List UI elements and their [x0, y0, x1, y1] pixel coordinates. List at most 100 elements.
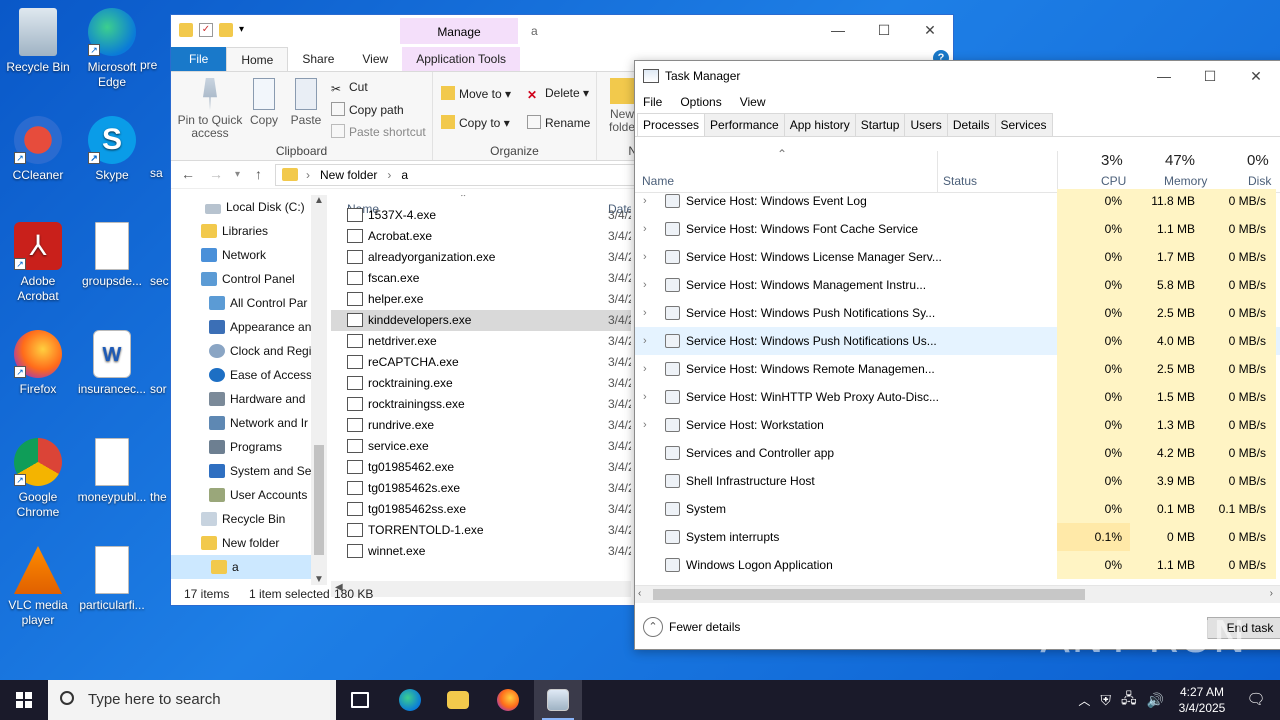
- file-row[interactable]: rocktrainingss.exe 3/4/2: [331, 394, 631, 415]
- file-row[interactable]: tg01985462ss.exe 3/4/2: [331, 499, 631, 520]
- process-row[interactable]: Shell Infrastructure Host 0% 3.9 MB 0 MB/s: [635, 467, 1280, 495]
- nav-item-hardware[interactable]: Hardware and: [171, 387, 327, 411]
- copy-to-button[interactable]: Copy to ▾: [441, 115, 510, 130]
- file-row[interactable]: winnet.exe 3/4/2: [331, 541, 631, 562]
- file-row[interactable]: reCAPTCHA.exe 3/4/2: [331, 352, 631, 373]
- volume-icon[interactable]: 🔊: [1147, 692, 1164, 709]
- desktop-partial-label[interactable]: the: [150, 490, 170, 505]
- tab-application-tools[interactable]: Application Tools: [402, 47, 521, 71]
- file-row[interactable]: netdriver.exe 3/4/2: [331, 331, 631, 352]
- file-row[interactable]: rocktraining.exe 3/4/2: [331, 373, 631, 394]
- new-folder-icon[interactable]: [219, 23, 233, 37]
- taskbar-search-box[interactable]: Type here to search: [48, 680, 336, 720]
- process-row[interactable]: › Service Host: Windows Font Cache Servic…: [635, 215, 1280, 243]
- maximize-button[interactable]: ☐: [861, 15, 907, 45]
- expand-chevron-icon[interactable]: ›: [643, 189, 647, 215]
- close-button[interactable]: ✕: [907, 15, 953, 45]
- copy-button[interactable]: Copy: [245, 78, 283, 127]
- paste-button[interactable]: Paste: [287, 78, 325, 127]
- desktop-icon-file[interactable]: particularfi...: [74, 546, 150, 613]
- desktop-icon-edge[interactable]: ↗ Microsoft Edge: [74, 8, 150, 90]
- expand-chevron-icon[interactable]: ›: [643, 355, 647, 383]
- minimize-button[interactable]: —: [1141, 61, 1187, 91]
- minimize-button[interactable]: —: [815, 15, 861, 45]
- column-name[interactable]: Name: [642, 174, 674, 188]
- desktop-icon-chrome[interactable]: ↗ Google Chrome: [0, 438, 76, 520]
- manage-context-tab[interactable]: Manage: [400, 18, 518, 44]
- process-row[interactable]: System interrupts 0.1% 0 MB 0 MB/s: [635, 523, 1280, 551]
- expand-chevron-icon[interactable]: ›: [643, 299, 647, 327]
- nav-scrollbar[interactable]: ▲ ▼: [311, 195, 327, 585]
- breadcrumb-a[interactable]: a: [401, 168, 408, 182]
- defender-icon[interactable]: ⛨: [1100, 692, 1111, 709]
- menu-file[interactable]: File: [643, 91, 662, 113]
- process-row[interactable]: › Service Host: Windows Event Log 0% 11.8 M…: [635, 189, 1280, 215]
- process-row[interactable]: › Service Host: Windows Management Instru…: [635, 271, 1280, 299]
- nav-item-network-internet[interactable]: Network and Ir: [171, 411, 327, 435]
- process-row[interactable]: › Service Host: Windows Push Notification…: [635, 299, 1280, 327]
- desktop-icon-file[interactable]: groupsde...: [74, 222, 150, 289]
- scroll-up-icon[interactable]: ▲: [311, 195, 327, 206]
- file-row[interactable]: service.exe 3/4/2: [331, 436, 631, 457]
- cut-button[interactable]: ✂ Cut: [331, 80, 368, 96]
- taskbar-task-manager[interactable]: [534, 680, 582, 720]
- column-status[interactable]: Status: [943, 174, 977, 188]
- desktop-icon-file[interactable]: moneypubl...: [74, 438, 150, 505]
- desktop-icon-file[interactable]: W insurancec...: [74, 330, 150, 397]
- tab-view[interactable]: View: [348, 47, 402, 71]
- desktop-icon-vlc[interactable]: VLC media player: [0, 546, 76, 628]
- taskbar-edge[interactable]: [386, 680, 434, 720]
- expand-chevron-icon[interactable]: ›: [643, 215, 647, 243]
- scroll-right-icon[interactable]: ›: [1270, 588, 1273, 599]
- maximize-button[interactable]: ☐: [1187, 61, 1233, 91]
- desktop-partial-label[interactable]: pre: [140, 58, 170, 73]
- tab-home[interactable]: Home: [226, 47, 289, 71]
- nav-item-all-control-panel[interactable]: All Control Par: [171, 291, 327, 315]
- network-icon[interactable]: 🖧: [1121, 688, 1137, 712]
- nav-item-new-folder[interactable]: New folder: [171, 531, 327, 555]
- expand-chevron-icon[interactable]: ›: [643, 271, 647, 299]
- file-row[interactable]: tg01985462s.exe 3/4/2: [331, 478, 631, 499]
- file-row[interactable]: 1537X-4.exe 3/4/2: [331, 205, 631, 226]
- column-memory[interactable]: Memory: [1164, 174, 1207, 188]
- rename-button[interactable]: Rename: [527, 115, 590, 130]
- desktop-partial-label[interactable]: sec: [150, 274, 170, 289]
- desktop-partial-label[interactable]: sor: [150, 382, 170, 397]
- tab-users[interactable]: Users: [904, 113, 948, 136]
- menu-options[interactable]: Options: [680, 91, 721, 113]
- nav-item-network[interactable]: Network: [171, 243, 327, 267]
- file-row[interactable]: rundrive.exe 3/4/2: [331, 415, 631, 436]
- nav-item-programs[interactable]: Programs: [171, 435, 327, 459]
- tab-startup[interactable]: Startup: [854, 113, 906, 136]
- expand-chevron-icon[interactable]: ›: [643, 327, 647, 355]
- fewer-details-link[interactable]: Fewer details: [669, 620, 740, 634]
- file-row[interactable]: alreadyorganization.exe 3/4/2: [331, 247, 631, 268]
- file-row[interactable]: kinddevelopers.exe 3/4/2: [331, 310, 631, 331]
- recent-locations-icon[interactable]: ▾: [235, 169, 240, 180]
- pin-quick-access-button[interactable]: Pin to Quick access: [175, 78, 245, 140]
- nav-item-system-security[interactable]: System and Se: [171, 459, 327, 483]
- chevron-down-icon[interactable]: ▾: [239, 23, 253, 37]
- file-row[interactable]: TORRENTOLD-1.exe 3/4/2: [331, 520, 631, 541]
- start-button[interactable]: [0, 680, 48, 720]
- nav-item-user-accounts[interactable]: User Accounts: [171, 483, 327, 507]
- close-button[interactable]: ✕: [1233, 61, 1279, 91]
- paste-shortcut-button[interactable]: Paste shortcut: [331, 124, 426, 139]
- process-row[interactable]: System 0% 0.1 MB 0.1 MB/s: [635, 495, 1280, 523]
- chevron-up-icon[interactable]: ︿: [1078, 692, 1090, 709]
- taskbar-clock[interactable]: 4:27 AM 3/4/2025: [1172, 684, 1232, 716]
- chevron-up-icon[interactable]: ⌃: [643, 617, 663, 637]
- tab-services[interactable]: Services: [994, 113, 1053, 136]
- tab-details[interactable]: Details: [946, 113, 996, 136]
- process-row[interactable]: › Service Host: Windows Remote Managemen.…: [635, 355, 1280, 383]
- nav-item-a[interactable]: a: [171, 555, 327, 579]
- tab-file[interactable]: File: [171, 47, 227, 71]
- breadcrumb-new-folder[interactable]: New folder: [320, 168, 377, 182]
- process-hscrollbar[interactable]: ‹ ›: [635, 585, 1280, 603]
- menu-view[interactable]: View: [740, 91, 766, 113]
- taskbar-file-explorer[interactable]: [434, 680, 482, 720]
- back-icon[interactable]: ←: [181, 166, 195, 182]
- scrollbar-thumb[interactable]: [653, 589, 1085, 600]
- tab-share[interactable]: Share: [288, 47, 348, 71]
- process-row[interactable]: › Service Host: Windows License Manager S…: [635, 243, 1280, 271]
